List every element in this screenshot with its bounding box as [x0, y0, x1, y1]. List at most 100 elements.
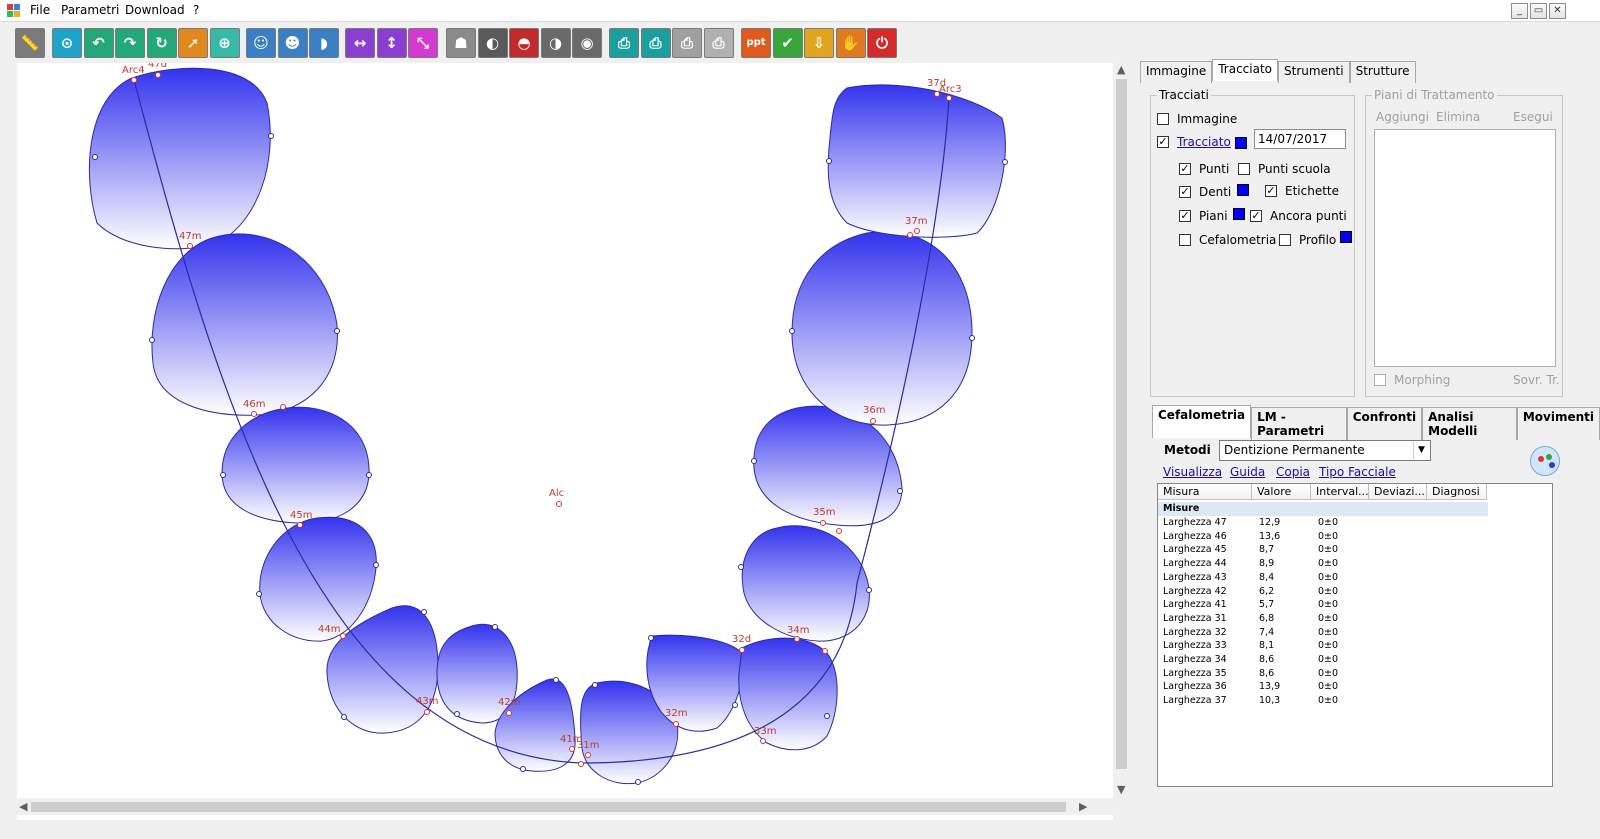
diagonal-move-icon[interactable]: ⤡ — [408, 28, 438, 58]
select-pointer-icon[interactable]: ➚ — [178, 28, 208, 58]
denti-color-swatch[interactable] — [1237, 184, 1249, 196]
measurements-grid[interactable]: Misura Valore Interval... Deviazi... Dia… — [1157, 483, 1553, 787]
print-icon[interactable]: ⎙ — [609, 28, 639, 58]
vertical-scroll-thumb[interactable] — [1116, 79, 1127, 769]
col-valore[interactable]: Valore — [1252, 484, 1311, 500]
hand-icon[interactable]: ✋ — [835, 28, 866, 58]
profilo-color-swatch[interactable] — [1340, 231, 1352, 243]
tab-confronti[interactable]: Confronti — [1346, 407, 1423, 440]
vertical-scrollbar[interactable]: ▲ ▼ — [1113, 63, 1130, 798]
redo-arrow-icon[interactable]: ↷ — [115, 28, 145, 58]
sovr-tr-button[interactable]: Sovr. Tr. — [1513, 373, 1560, 387]
etichette-checkbox[interactable]: ✓ Etichette — [1265, 184, 1339, 198]
profile-icon[interactable]: ◗ — [309, 28, 339, 58]
tab-cefalometria[interactable]: Cefalometria — [1152, 405, 1252, 438]
piani-list[interactable] — [1374, 129, 1556, 367]
cefalometria-checkbox-box[interactable] — [1179, 234, 1191, 246]
col-intervallo[interactable]: Interval... — [1311, 484, 1369, 500]
immagine-checkbox-box[interactable] — [1157, 113, 1169, 125]
col-deviazione[interactable]: Deviazi... — [1369, 484, 1427, 500]
point-pin-icon[interactable]: ⊙ — [52, 28, 82, 58]
immagine-checkbox[interactable]: Immagine — [1157, 112, 1237, 126]
tab-strumenti[interactable]: Strumenti — [1278, 61, 1350, 83]
table-row[interactable]: Larghezza 34 8,6 0±0 — [1158, 653, 1552, 667]
etichette-checkbox-box[interactable]: ✓ — [1265, 185, 1277, 197]
morphing-checkbox[interactable]: Morphing — [1374, 373, 1450, 387]
table-row[interactable]: Larghezza 46 13,6 0±0 — [1158, 530, 1552, 544]
app-icon[interactable] — [7, 4, 21, 18]
table-row[interactable]: Larghezza 43 8,4 0±0 — [1158, 571, 1552, 585]
table-row[interactable]: Larghezza 35 8,6 0±0 — [1158, 667, 1552, 681]
menu-help[interactable]: ? — [193, 3, 199, 17]
scroll-right-icon[interactable]: ▶ — [1079, 800, 1087, 813]
menu-parametri[interactable]: Parametri — [61, 3, 119, 17]
menu-file[interactable]: File — [30, 3, 50, 17]
table-row[interactable]: Larghezza 41 5,7 0±0 — [1158, 598, 1552, 612]
close-button[interactable]: ✕ — [1549, 3, 1566, 19]
ancora-punti-checkbox-box[interactable]: ✓ — [1250, 210, 1262, 222]
table-row[interactable]: Larghezza 45 8,7 0±0 — [1158, 543, 1552, 557]
print-grey-icon[interactable]: ⎙ — [672, 28, 702, 58]
denti-checkbox[interactable]: ✓ Denti — [1179, 185, 1231, 199]
patient-photo-icon[interactable]: ☗ — [446, 28, 476, 58]
tracciato-color-swatch[interactable] — [1235, 137, 1247, 149]
tab-analisi-modelli[interactable]: Analisi Modelli — [1422, 407, 1517, 440]
xray-lamp-icon[interactable]: ◐ — [477, 28, 508, 58]
punti-scuola-checkbox[interactable]: Punti scuola — [1238, 162, 1331, 176]
tab-tracciato[interactable]: Tracciato — [1212, 59, 1279, 81]
grid-group-row[interactable]: Misure — [1158, 502, 1488, 516]
piani-color-swatch[interactable] — [1233, 208, 1245, 220]
exit-icon[interactable]: ⏻ — [867, 28, 897, 58]
menu-download[interactable]: Download — [125, 3, 185, 17]
palette-icon[interactable] — [1530, 446, 1560, 476]
minimize-button[interactable]: _ — [1511, 3, 1528, 19]
profilo-checkbox-box[interactable] — [1279, 234, 1291, 246]
scroll-left-icon[interactable]: ◀ — [19, 800, 27, 813]
horizontal-scrollbar[interactable]: ◀ ▶ — [17, 798, 1113, 815]
table-row[interactable]: Larghezza 32 7,4 0±0 — [1158, 626, 1552, 640]
point-target-icon[interactable]: ⊕ — [209, 28, 240, 58]
table-row[interactable]: Larghezza 44 8,9 0±0 — [1158, 557, 1552, 571]
piani-checkbox[interactable]: ✓ Piani — [1179, 209, 1228, 223]
print-preview-icon[interactable]: ⎙ — [640, 28, 671, 58]
tracciato-link[interactable]: Tracciato — [1177, 135, 1231, 149]
esegui-button[interactable]: Esegui — [1513, 110, 1553, 124]
portrait-icon[interactable]: ☺ — [246, 28, 276, 58]
profilo-checkbox[interactable]: Profilo — [1279, 233, 1336, 247]
aggiungi-button[interactable]: Aggiungi — [1376, 110, 1429, 124]
ppt-export-icon[interactable]: ppt — [741, 28, 771, 58]
face-profile-icon[interactable]: ◑ — [540, 28, 571, 58]
copia-link[interactable]: Copia — [1276, 465, 1310, 479]
print-multi-icon[interactable]: ⎙ — [703, 28, 734, 58]
point-move-icon[interactable]: ↻ — [146, 28, 177, 58]
col-diagnosi[interactable]: Diagnosi — [1427, 484, 1487, 500]
restore-button[interactable]: ▭ — [1530, 3, 1547, 19]
chevron-down-icon[interactable]: ▼ — [1413, 442, 1429, 459]
morphing-checkbox-box[interactable] — [1374, 374, 1386, 386]
punti-checkbox-box[interactable]: ✓ — [1179, 163, 1191, 175]
denti-checkbox-box[interactable]: ✓ — [1179, 186, 1191, 198]
table-row[interactable]: Larghezza 36 13,9 0±0 — [1158, 680, 1552, 694]
checkmark-icon[interactable]: ✔ — [772, 28, 803, 58]
table-row[interactable]: Larghezza 37 10,3 0±0 — [1158, 694, 1552, 708]
undo-arrow-icon[interactable]: ↶ — [83, 28, 114, 58]
punti-checkbox[interactable]: ✓ Punti — [1179, 162, 1229, 176]
metodi-select[interactable]: Dentizione Permanente ▼ — [1219, 440, 1431, 461]
ruler-tool-icon[interactable]: 📏 — [15, 28, 45, 58]
tab-strutture[interactable]: Strutture — [1349, 61, 1416, 83]
tab-lm-parametri[interactable]: LM - Parametri — [1251, 407, 1347, 440]
table-row[interactable]: Larghezza 31 6,8 0±0 — [1158, 612, 1552, 626]
tab-immagine[interactable]: Immagine — [1140, 61, 1213, 83]
move-vertical-icon[interactable]: ↕ — [376, 28, 407, 58]
tipo-facciale-link[interactable]: Tipo Facciale — [1319, 465, 1396, 479]
scroll-up-icon[interactable]: ▲ — [1117, 63, 1125, 76]
horizontal-scroll-thumb[interactable] — [31, 802, 1066, 812]
punti-scuola-checkbox-box[interactable] — [1238, 163, 1250, 175]
visualizza-link[interactable]: Visualizza — [1163, 465, 1222, 479]
smile-icon[interactable]: ◓ — [509, 28, 539, 58]
tracciato-checkbox[interactable]: ✓ Tracciato — [1157, 135, 1231, 149]
drawing-canvas[interactable]: Arc4 47d 47m 46m 45m 44m 43m 42m 41m 31m… — [17, 63, 1130, 820]
eye-icon[interactable]: ◉ — [572, 28, 602, 58]
tracciato-date-field[interactable] — [1254, 129, 1346, 149]
col-misura[interactable]: Misura — [1158, 484, 1252, 500]
